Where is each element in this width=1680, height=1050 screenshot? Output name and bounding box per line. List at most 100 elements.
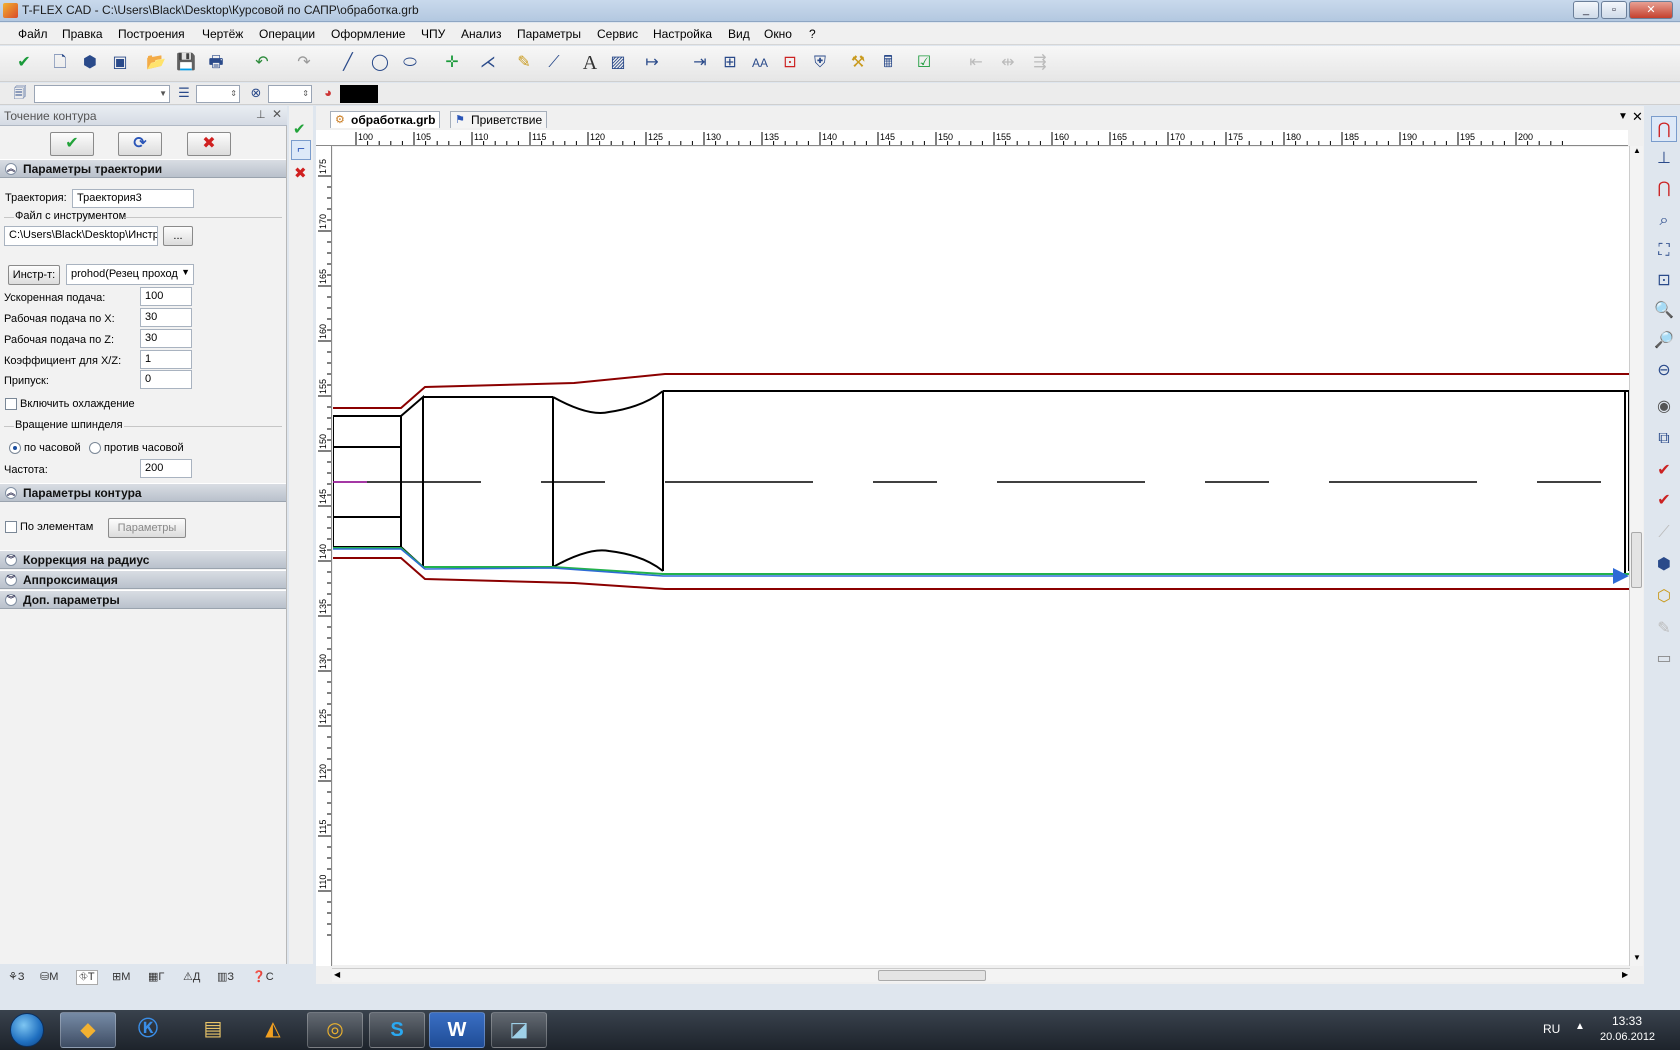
tray-arrow-icon[interactable]: ▲ xyxy=(1575,1021,1585,1032)
clock-time[interactable]: 13:33 xyxy=(1612,1014,1642,1028)
menu-operations[interactable]: Операции xyxy=(259,27,315,41)
text-icon[interactable]: A xyxy=(578,51,602,75)
section-extra-params[interactable]: ︾ Доп. параметры xyxy=(0,590,286,609)
avast-icon[interactable]: ◭ xyxy=(245,1012,301,1048)
layers-icon[interactable]: 🗐 xyxy=(8,81,32,105)
window-icon[interactable]: ▣ xyxy=(108,51,132,75)
tab-grid[interactable]: ▦Г xyxy=(148,970,164,983)
refresh-button[interactable]: ⟳ xyxy=(118,132,162,156)
zoom-window-icon[interactable]: ⌕ xyxy=(1651,208,1677,234)
horizontal-scroll-thumb[interactable] xyxy=(878,970,986,981)
menu-construct[interactable]: Построения xyxy=(118,27,185,41)
contour-select-icon[interactable]: ⌐ xyxy=(291,140,311,160)
tab-document[interactable]: ⚙ обработка.grb xyxy=(330,111,441,128)
pin-icon[interactable]: ⊥ xyxy=(256,108,266,121)
maximize-button[interactable]: ▫ xyxy=(1601,1,1627,19)
start-button[interactable] xyxy=(4,1012,50,1048)
params-button[interactable]: Параметры xyxy=(108,518,186,538)
language-indicator[interactable]: RU xyxy=(1543,1022,1560,1036)
menu-view[interactable]: Вид xyxy=(728,27,750,41)
print-icon[interactable]: 🖶 xyxy=(204,51,228,75)
apply-icon[interactable]: ✔ xyxy=(293,120,306,138)
tolerance-icon[interactable]: AA xyxy=(748,51,772,75)
menu-cnc[interactable]: ЧПУ xyxy=(421,27,445,41)
zoom-previous-icon[interactable]: ⊖ xyxy=(1651,358,1677,384)
kompas-icon[interactable]: Ⓚ xyxy=(120,1012,176,1048)
table-icon[interactable]: ⊞ xyxy=(718,51,742,75)
layer-combo[interactable]: ▼ xyxy=(34,85,170,103)
cube-yellow-icon[interactable]: ⬡ xyxy=(1651,584,1677,610)
fit-all-icon[interactable]: ⛶ xyxy=(1651,238,1677,264)
cancel-button[interactable]: ✖ xyxy=(187,132,231,156)
color-swatch[interactable] xyxy=(340,85,378,103)
save-icon[interactable]: 💾 xyxy=(174,51,198,75)
check-document-icon[interactable]: ☑ xyxy=(912,51,936,75)
fragment-icon[interactable]: ⇥ xyxy=(688,51,712,75)
notes-icon[interactable]: ◪ xyxy=(491,1012,547,1048)
confirm-icon[interactable]: ✔ xyxy=(12,51,36,75)
frame-icon[interactable]: ▭ xyxy=(1651,646,1677,672)
chrome-icon[interactable]: ◎ xyxy=(307,1012,363,1048)
panel-close-icon[interactable]: ✕ xyxy=(272,107,282,121)
menu-window[interactable]: Окно xyxy=(764,27,792,41)
new-3d-icon[interactable]: ⬢ xyxy=(78,51,102,75)
close-doc-icon[interactable]: ✕ xyxy=(1632,109,1643,125)
clockwise-radio[interactable] xyxy=(9,442,21,454)
vertical-scrollbar[interactable]: ▲ ▼ xyxy=(1629,146,1643,966)
scroll-up-icon[interactable]: ▲ xyxy=(1633,146,1641,155)
magnet-icon[interactable]: ⋂ xyxy=(1651,116,1677,142)
snap-magnet-icon[interactable]: ⋂ xyxy=(1651,176,1677,202)
tab-help[interactable]: ❓С xyxy=(252,970,274,983)
abort-icon[interactable]: ✖ xyxy=(294,164,307,182)
node-icon[interactable]: ✛ xyxy=(440,51,464,75)
fit-page-icon[interactable]: ⊡ xyxy=(1651,268,1677,294)
level-icon[interactable]: ☰ xyxy=(172,81,196,105)
tab-tech[interactable]: ⛗Т xyxy=(76,970,98,985)
cooling-checkbox[interactable] xyxy=(5,398,17,410)
calculator-icon[interactable]: 🖩 xyxy=(876,51,900,75)
menu-analysis[interactable]: Анализ xyxy=(461,27,502,41)
zoom-in-icon[interactable]: 🔍 xyxy=(1651,298,1677,324)
allowance-field[interactable]: 0 xyxy=(140,370,192,389)
horizontal-scrollbar[interactable]: ◀ ▶ xyxy=(332,968,1630,982)
clock-date[interactable]: 20.06.2012 xyxy=(1600,1031,1655,1043)
level-combo[interactable]: ⇕ xyxy=(196,85,240,103)
sketch-icon[interactable]: ✎ xyxy=(512,51,536,75)
menu-drawing[interactable]: Чертёж xyxy=(202,27,243,41)
section-approximation[interactable]: ︾ Аппроксимация xyxy=(0,570,286,589)
tool-select[interactable]: prohod(Резец проход ▼ xyxy=(66,264,194,285)
shield-icon[interactable]: ⛨ xyxy=(808,51,832,75)
section-trajectory[interactable]: ︽ Параметры траектории xyxy=(0,159,286,178)
tab-model[interactable]: ⛁М xyxy=(40,970,58,983)
drawing-canvas[interactable] xyxy=(333,147,1629,965)
trajectory-field[interactable]: Траектория3 xyxy=(72,189,194,208)
dimension-icon[interactable]: ↦ xyxy=(640,51,664,75)
ok-button[interactable]: ✔ xyxy=(50,132,94,156)
coef-xz-field[interactable]: 1 xyxy=(140,350,192,369)
orbit-icon[interactable]: ◉ xyxy=(1651,394,1677,420)
section-contour[interactable]: ︽ Параметры контура xyxy=(0,483,286,502)
roughness-icon[interactable]: ⊡ xyxy=(778,51,802,75)
tab-warnings[interactable]: ⚠Д xyxy=(183,970,200,983)
priority-combo[interactable]: ⇕ xyxy=(268,85,312,103)
tabs-dropdown-icon[interactable]: ▼ xyxy=(1618,111,1628,122)
tool-button[interactable]: Инстр-т: xyxy=(8,265,60,285)
menu-file[interactable]: Файл xyxy=(18,27,48,41)
minimize-button[interactable]: _ xyxy=(1573,1,1599,19)
menu-help[interactable]: ? xyxy=(809,27,816,41)
frequency-field[interactable]: 200 xyxy=(140,459,192,478)
vertical-scroll-thumb[interactable] xyxy=(1631,532,1642,588)
menu-format[interactable]: Оформление xyxy=(331,27,405,41)
feed-z-field[interactable]: 30 xyxy=(140,329,192,348)
scroll-left-icon[interactable]: ◀ xyxy=(334,970,340,979)
redo-icon[interactable]: ↷ xyxy=(292,51,316,75)
hatch-icon[interactable]: ▨ xyxy=(606,51,630,75)
check-double-icon[interactable]: ✔ xyxy=(1651,488,1677,514)
browse-button[interactable]: ... xyxy=(163,226,193,246)
ellipse-icon[interactable]: ⬭ xyxy=(398,51,422,75)
by-elements-checkbox[interactable] xyxy=(5,521,17,533)
snap-icon[interactable]: ⊥ xyxy=(1651,146,1677,172)
menu-edit[interactable]: Правка xyxy=(62,27,103,41)
tab-colors[interactable]: ▥З xyxy=(217,970,234,983)
cube-blue-icon[interactable]: ⬢ xyxy=(1651,552,1677,578)
